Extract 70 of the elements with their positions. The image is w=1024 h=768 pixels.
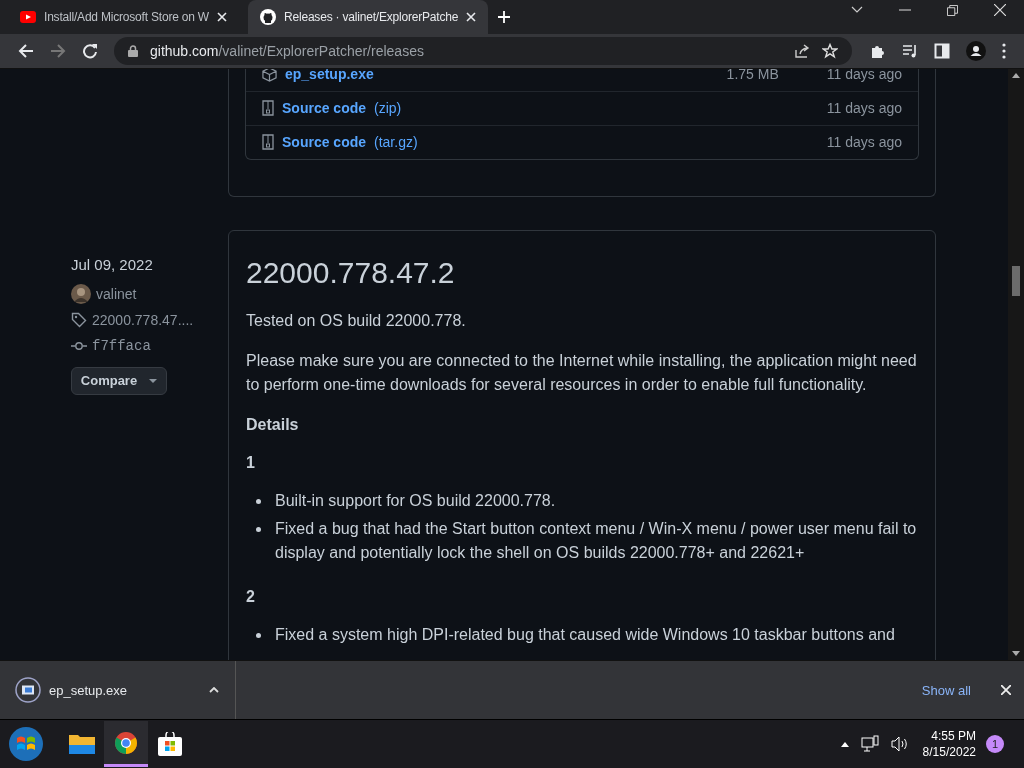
taskbar-app[interactable] — [104, 721, 148, 768]
chevron-down-icon[interactable] — [851, 6, 863, 14]
lock-icon — [128, 44, 138, 57]
bullet-icon — [256, 526, 261, 532]
caret-icon — [149, 378, 158, 383]
asset-age: 11 days ago — [826, 134, 902, 151]
scrollbar[interactable] — [1008, 68, 1024, 661]
clock-date[interactable]: 8/15/2022 — [922, 744, 976, 761]
chevron-up-icon[interactable] — [209, 687, 219, 694]
commit-link[interactable]: f7ffaca — [92, 337, 151, 354]
cat-icon — [260, 9, 276, 25]
asset-link[interactable]: Source code (zip) — [282, 100, 402, 117]
list-item: Built-in support for OS build 22000.778. — [275, 490, 556, 511]
zip-file-icon — [262, 134, 274, 151]
scroll-up-icon[interactable] — [1012, 72, 1020, 78]
star-icon[interactable] — [822, 42, 838, 59]
paragraph: Tested on OS build 22000.778. — [246, 310, 467, 331]
start-orb-icon[interactable] — [8, 726, 44, 763]
menu-icon[interactable] — [1002, 42, 1006, 59]
profile-icon[interactable] — [966, 40, 986, 61]
asset-link[interactable]: Source code (tar.gz) — [282, 134, 418, 151]
author-link[interactable]: valinet — [96, 285, 137, 302]
asset-age: 11 days ago — [826, 68, 902, 83]
close-icon[interactable] — [994, 4, 1006, 16]
package-icon — [262, 68, 277, 82]
close-icon[interactable] — [217, 12, 227, 22]
scroll-thumb[interactable] — [1012, 265, 1020, 296]
section-heading: Details — [246, 414, 300, 435]
forward-icon[interactable] — [50, 42, 66, 59]
section-number: 1 — [246, 452, 256, 473]
play-icon — [20, 11, 36, 23]
release-date: Jul 09, 2022 — [71, 255, 154, 273]
chrome-icon — [114, 730, 138, 755]
asset-link[interactable]: ep_setup.exe — [285, 68, 374, 83]
browser-tab[interactable]: Install/Add Microsoft Store on W — [8, 0, 248, 34]
bullet-icon — [256, 632, 261, 638]
clock-time[interactable]: 4:55 PM — [931, 728, 976, 745]
side-panel-icon[interactable] — [934, 42, 950, 59]
address-bar[interactable]: github.com/valinet/ExplorerPatcher/releases — [114, 36, 852, 65]
asset-age: 11 days ago — [826, 100, 902, 117]
back-icon[interactable] — [18, 42, 34, 59]
bullet-icon — [256, 498, 261, 504]
browser-tab[interactable]: Releases · valinet/ExplorerPatche — [248, 0, 488, 34]
caret-up-icon[interactable] — [840, 741, 849, 747]
store-icon — [158, 732, 182, 757]
file-size: 1.75 MB — [726, 68, 779, 83]
playlist-icon[interactable] — [902, 42, 918, 59]
tag-icon — [71, 311, 87, 328]
list-item: Fixed a bug that had the Start button context menu / Win-X menu / power user menu fail to display and potentially lock the shell on OS builds 22000.778+ and 22621+ — [275, 518, 918, 563]
paragraph: Please make sure you are connected to the Internet while installing, the application might need to perform one-time downloads for several resources in order to enable full functionality. — [246, 350, 918, 395]
share-icon[interactable] — [794, 42, 810, 59]
close-icon[interactable] — [466, 12, 477, 22]
restore-icon[interactable] — [947, 4, 958, 16]
new-tab-icon[interactable] — [498, 11, 510, 23]
section-number: 2 — [246, 586, 256, 607]
notification-badge[interactable]: 1 — [986, 735, 1004, 754]
release-title: 22000.778.47.2 — [246, 254, 456, 291]
compare-button[interactable]: Compare — [71, 366, 167, 395]
installer-icon — [15, 677, 41, 704]
tag-link[interactable]: 22000.778.47.... — [92, 311, 194, 328]
speaker-icon[interactable] — [890, 736, 909, 753]
folder-icon — [69, 733, 95, 756]
scroll-down-icon[interactable] — [1012, 651, 1020, 657]
show-all-link[interactable]: Show all — [921, 682, 971, 698]
close-icon[interactable] — [1001, 685, 1011, 696]
zip-file-icon — [262, 100, 274, 117]
network-icon[interactable] — [860, 735, 879, 754]
list-item: Fixed a system high DPI-related bug that caused wide Windows 10 taskbar buttons and — [275, 624, 895, 645]
avatar — [71, 283, 91, 304]
reload-icon[interactable] — [82, 42, 98, 59]
